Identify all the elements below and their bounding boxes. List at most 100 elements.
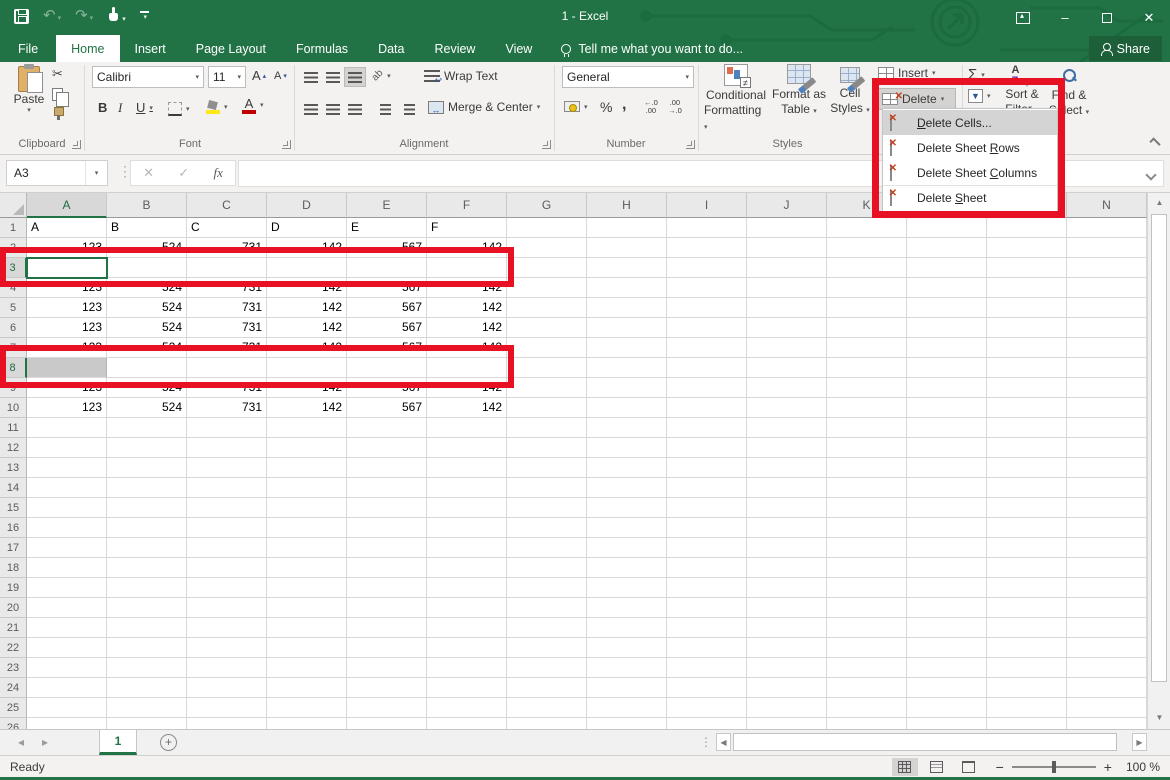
cell-L3[interactable] [907, 258, 987, 278]
cell-L13[interactable] [907, 458, 987, 478]
cell-G18[interactable] [507, 558, 587, 578]
cell-N1[interactable] [1067, 218, 1147, 238]
cell-K18[interactable] [827, 558, 907, 578]
cell-F1[interactable]: F [427, 218, 507, 238]
format-as-table-button[interactable]: Format as Table ▾ [770, 64, 828, 119]
cell-N4[interactable] [1067, 278, 1147, 298]
close-button[interactable]: ✕ [1128, 0, 1170, 35]
cell-C16[interactable] [187, 518, 267, 538]
cell-L19[interactable] [907, 578, 987, 598]
cell-J4[interactable] [747, 278, 827, 298]
horizontal-scrollbar[interactable]: ◀ ▶ [716, 732, 1147, 752]
scroll-right-icon[interactable]: ▶ [1132, 733, 1147, 751]
cell-F18[interactable] [427, 558, 507, 578]
cell-H20[interactable] [587, 598, 667, 618]
cell-M7[interactable] [987, 338, 1067, 358]
italic-button[interactable]: I [118, 100, 122, 116]
cell-L20[interactable] [907, 598, 987, 618]
cell-L25[interactable] [907, 698, 987, 718]
tab-data[interactable]: Data [363, 35, 419, 62]
cell-H19[interactable] [587, 578, 667, 598]
tab-file[interactable]: File [0, 35, 56, 62]
cell-G6[interactable] [507, 318, 587, 338]
cell-L8[interactable] [907, 358, 987, 378]
cell-G22[interactable] [507, 638, 587, 658]
cell-G7[interactable] [507, 338, 587, 358]
cell-K11[interactable] [827, 418, 907, 438]
cell-F11[interactable] [427, 418, 507, 438]
cell-J10[interactable] [747, 398, 827, 418]
cell-A11[interactable] [27, 418, 107, 438]
cell-G26[interactable] [507, 718, 587, 729]
cut-button[interactable]: ✂ [52, 66, 65, 82]
column-header-B[interactable]: B [107, 193, 187, 218]
cell-M1[interactable] [987, 218, 1067, 238]
cell-F15[interactable] [427, 498, 507, 518]
cell-B12[interactable] [107, 438, 187, 458]
cell-H9[interactable] [587, 378, 667, 398]
enter-icon[interactable]: ✓ [178, 165, 189, 181]
cell-I1[interactable] [667, 218, 747, 238]
column-header-C[interactable]: C [187, 193, 267, 218]
cell-L4[interactable] [907, 278, 987, 298]
cell-M22[interactable] [987, 638, 1067, 658]
number-format-combo[interactable]: General▾ [562, 66, 694, 88]
cell-B23[interactable] [107, 658, 187, 678]
underline-button[interactable]: U▾ [136, 100, 153, 115]
minimize-button[interactable]: – [1044, 0, 1086, 35]
cell-E6[interactable]: 567 [347, 318, 427, 338]
cell-D25[interactable] [267, 698, 347, 718]
font-size-combo[interactable]: 11▾ [208, 66, 246, 88]
cell-M2[interactable] [987, 238, 1067, 258]
cell-H7[interactable] [587, 338, 667, 358]
cell-G10[interactable] [507, 398, 587, 418]
cell-N15[interactable] [1067, 498, 1147, 518]
cell-J6[interactable] [747, 318, 827, 338]
previous-sheet-icon[interactable]: ◂ [18, 735, 24, 749]
cell-D16[interactable] [267, 518, 347, 538]
number-dialog-launcher[interactable] [686, 140, 695, 149]
column-header-I[interactable]: I [667, 193, 747, 218]
cell-A18[interactable] [27, 558, 107, 578]
cell-I7[interactable] [667, 338, 747, 358]
cell-L10[interactable] [907, 398, 987, 418]
cell-I26[interactable] [667, 718, 747, 729]
row-header-5[interactable]: 5 [0, 298, 27, 318]
cell-I5[interactable] [667, 298, 747, 318]
cell-M18[interactable] [987, 558, 1067, 578]
decrease-decimal-button[interactable]: .00→.0 [668, 99, 682, 115]
cell-D15[interactable] [267, 498, 347, 518]
cell-J3[interactable] [747, 258, 827, 278]
cell-K5[interactable] [827, 298, 907, 318]
cell-N13[interactable] [1067, 458, 1147, 478]
cell-H22[interactable] [587, 638, 667, 658]
share-button[interactable]: Share [1089, 36, 1162, 61]
cell-G25[interactable] [507, 698, 587, 718]
cell-N24[interactable] [1067, 678, 1147, 698]
cell-H6[interactable] [587, 318, 667, 338]
cell-J21[interactable] [747, 618, 827, 638]
cell-C14[interactable] [187, 478, 267, 498]
align-center-button[interactable] [322, 99, 344, 119]
cell-C19[interactable] [187, 578, 267, 598]
zoom-slider[interactable] [1012, 766, 1096, 768]
cell-I10[interactable] [667, 398, 747, 418]
row-header-17[interactable]: 17 [0, 538, 27, 558]
conditional-formatting-button[interactable]: ≠ Conditional Formatting ▾ [704, 64, 768, 135]
align-right-button[interactable] [344, 99, 366, 119]
cell-L14[interactable] [907, 478, 987, 498]
cell-G15[interactable] [507, 498, 587, 518]
cell-M6[interactable] [987, 318, 1067, 338]
cell-M12[interactable] [987, 438, 1067, 458]
row-header-26[interactable]: 26 [0, 718, 27, 729]
cell-F16[interactable] [427, 518, 507, 538]
cell-L11[interactable] [907, 418, 987, 438]
name-box-dropdown[interactable]: ▾ [85, 161, 107, 185]
cell-I14[interactable] [667, 478, 747, 498]
cell-E16[interactable] [347, 518, 427, 538]
cell-J7[interactable] [747, 338, 827, 358]
cell-M23[interactable] [987, 658, 1067, 678]
vertical-scrollbar-thumb[interactable] [1151, 214, 1167, 682]
cell-F14[interactable] [427, 478, 507, 498]
cell-D20[interactable] [267, 598, 347, 618]
